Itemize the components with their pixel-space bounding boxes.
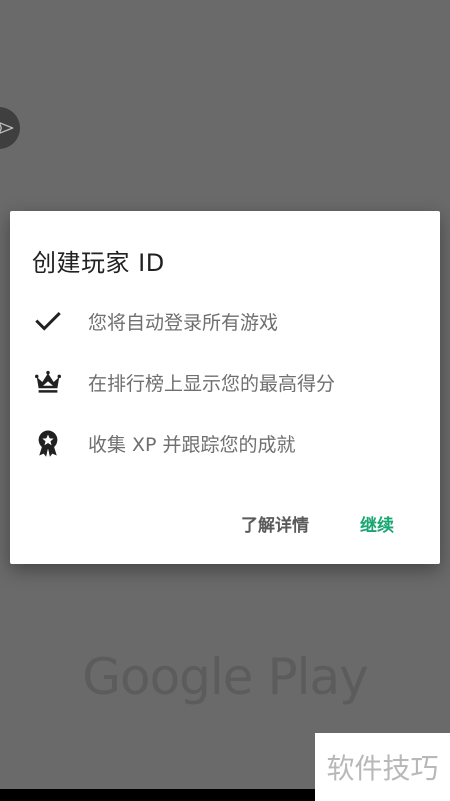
feature-auto-sign-in: 您将自动登录所有游戏 bbox=[10, 301, 440, 341]
watermark: 软件技巧 bbox=[315, 733, 450, 801]
crown-icon bbox=[32, 366, 64, 398]
dialog-title: 创建玩家 ID bbox=[32, 249, 165, 277]
continue-button[interactable]: 继续 bbox=[360, 511, 394, 536]
award-badge-icon bbox=[32, 427, 64, 459]
send-icon bbox=[0, 122, 14, 134]
feature-achievements: 收集 XP 并跟踪您的成就 bbox=[10, 423, 440, 463]
check-icon bbox=[32, 305, 64, 337]
feature-text: 在排行榜上显示您的最高得分 bbox=[88, 372, 336, 395]
google-play-brand: Google Play bbox=[82, 648, 368, 706]
navigation-bar bbox=[0, 789, 315, 801]
create-player-id-dialog: 创建玩家 ID 您将自动登录所有游戏 在排行榜上显示您的最高得分 收集 XP 并… bbox=[10, 211, 440, 564]
feature-text: 收集 XP 并跟踪您的成就 bbox=[88, 433, 296, 456]
feature-text: 您将自动登录所有游戏 bbox=[88, 311, 279, 334]
feature-leaderboard: 在排行榜上显示您的最高得分 bbox=[10, 362, 440, 402]
learn-more-button[interactable]: 了解详情 bbox=[241, 511, 309, 536]
